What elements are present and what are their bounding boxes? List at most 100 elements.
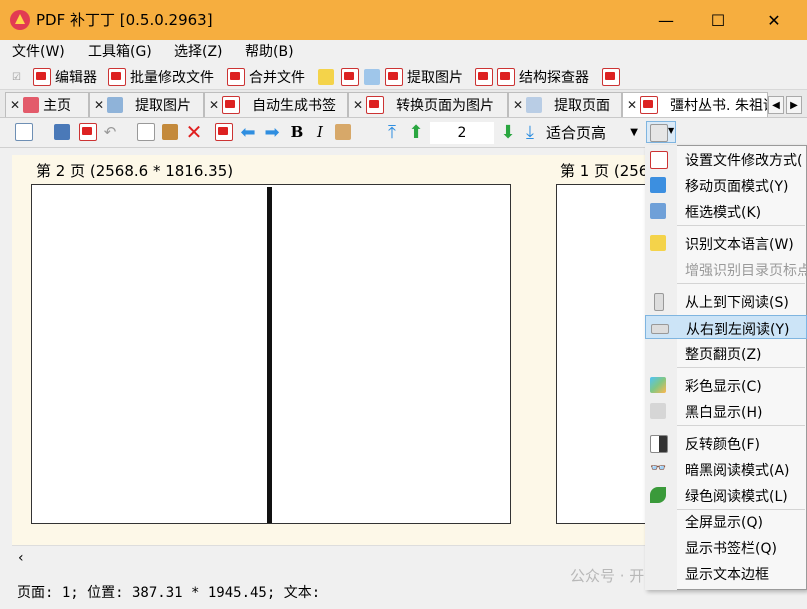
editor-button[interactable]: 编辑器 (33, 67, 97, 87)
page-2[interactable] (31, 184, 511, 524)
menu-item-label: 从上到下阅读(S) (685, 295, 789, 311)
menu-item-label: 显示文本边框 (685, 567, 769, 583)
page-2-label: 第 2 页 (2568.6 * 1816.35) (36, 162, 234, 180)
menu-toolbox[interactable]: 工具箱(G) (88, 43, 152, 61)
style-icon[interactable] (333, 122, 353, 142)
menu-item-right-to-left[interactable]: 从右到左阅读(Y) (645, 315, 807, 339)
rename-button[interactable] (364, 67, 384, 87)
menu-item-dark-mode[interactable]: 👓 暗黑阅读模式(A) (645, 457, 807, 481)
menu-item-green-mode[interactable]: 绿色阅读模式(L) (645, 483, 807, 507)
close-button[interactable]: ✕ (748, 0, 800, 40)
close-icon[interactable]: ✕ (627, 98, 637, 112)
view-options-button[interactable]: ▼ (646, 121, 676, 143)
menu-item-top-to-bottom[interactable]: 从上到下阅读(S) (645, 289, 807, 313)
convert-icon (475, 68, 493, 86)
menu-help[interactable]: 帮助(B) (245, 43, 294, 61)
image-icon (107, 97, 124, 113)
menu-item-move-page-mode[interactable]: 移动页面模式(Y) (645, 173, 807, 197)
menu-separator (677, 283, 805, 284)
rename-icon (364, 69, 380, 85)
menu-item-label: 设置文件修改方式( (685, 153, 803, 169)
previous-page-icon[interactable]: ⬆ (406, 122, 426, 143)
ocr-button[interactable] (318, 67, 338, 87)
pdf-icon (108, 68, 126, 86)
menu-item-color-display[interactable]: 彩色显示(C) (645, 373, 807, 397)
copy-icon[interactable] (136, 122, 156, 142)
menu-item-ocr-language[interactable]: 识别文本语言(W) (645, 231, 807, 255)
tab-scroll-left-icon[interactable]: ◀ (768, 96, 784, 114)
menu-item-grayscale-display[interactable]: 黑白显示(H) (645, 399, 807, 423)
menu-item-enhance-toc-punctuation[interactable]: 增强识别目录页标点 (645, 257, 807, 281)
scroll-left-icon[interactable]: ‹ (18, 550, 24, 566)
menu-item-show-text-borders[interactable]: 显示文本边框 (645, 561, 807, 585)
next-page-icon[interactable]: ⬇ (498, 122, 518, 143)
tab-home[interactable]: ✕ 主页 (5, 92, 89, 117)
bookmark-icon (341, 68, 359, 86)
extract-images-button[interactable]: 提取图片 (385, 67, 463, 87)
close-icon[interactable]: ✕ (10, 98, 20, 112)
close-icon[interactable]: ✕ (94, 98, 104, 112)
menu-item-fullscreen[interactable]: 全屏显示(Q) (645, 509, 807, 533)
move-arrows-icon (650, 177, 666, 193)
italic-button[interactable]: I (310, 122, 330, 142)
tab-scroll-right-icon[interactable]: ▶ (786, 96, 802, 114)
menu-item-label: 移动页面模式(Y) (685, 179, 789, 195)
undo-icon[interactable]: ↶ (100, 122, 120, 142)
first-page-icon[interactable]: ⤒ (382, 122, 402, 143)
top-to-bottom-icon (654, 293, 664, 311)
maximize-button[interactable]: ☐ (692, 0, 744, 40)
menu-item-set-modify-mode[interactable]: 设置文件修改方式( (645, 147, 807, 171)
menu-item-label: 增强识别目录页标点 (685, 263, 807, 279)
last-page-icon[interactable]: ⤓ (520, 122, 540, 143)
menu-item-label: 彩色显示(C) (685, 379, 762, 395)
struct-inspector-label: 结构探查器 (519, 70, 589, 86)
tab-label: 自动生成书签 (252, 98, 337, 114)
menu-file[interactable]: 文件(W) (12, 43, 65, 61)
save-as-icon[interactable] (78, 122, 98, 142)
menu-select[interactable]: 选择(Z) (174, 43, 223, 61)
zoom-mode-select[interactable]: 适合页高 ▼ (546, 123, 641, 143)
close-icon[interactable]: ✕ (353, 98, 363, 112)
tab-extract-images[interactable]: ✕ 提取图片 (89, 92, 204, 117)
convert-button[interactable] (475, 67, 497, 87)
struct-inspector-button[interactable]: 结构探查器 (497, 67, 589, 87)
tab-label: 转换页面为图片 (396, 98, 495, 114)
page-icon (526, 97, 543, 113)
page-1-label: 第 1 页 (256 (560, 162, 649, 180)
tab-convert-to-image[interactable]: ✕ 转换页面为图片 (348, 92, 508, 117)
delete-icon[interactable]: ✕ (184, 120, 204, 144)
arrow-left-icon[interactable]: ⬅ (238, 122, 258, 143)
bookmark-button[interactable] (341, 67, 363, 87)
editor-label: 编辑器 (55, 70, 97, 86)
menu-item-frame-select-mode[interactable]: 框选模式(K) (645, 199, 807, 223)
close-icon[interactable]: ✕ (209, 98, 219, 112)
bookmark-add-icon[interactable] (214, 122, 234, 142)
tab-auto-bookmark[interactable]: ✕ 自动生成书签 (204, 92, 348, 117)
tab-extract-pages[interactable]: ✕ 提取页面 (508, 92, 622, 117)
menu-separator (677, 425, 805, 426)
paste-icon[interactable] (160, 122, 180, 142)
menu-separator (677, 367, 805, 368)
grip-icon: ☑ (12, 71, 21, 83)
arrow-right-icon[interactable]: ➡ (262, 122, 282, 143)
tab-document[interactable]: ✕ 彊村丛书. 朱祖谋 (622, 92, 768, 117)
home-icon (23, 97, 40, 113)
menu-item-invert-color[interactable]: 反转颜色(F) (645, 431, 807, 455)
close-icon[interactable]: ✕ (513, 98, 523, 112)
minimize-button[interactable]: — (640, 0, 692, 40)
menu-item-label: 暗黑阅读模式(A) (685, 463, 790, 479)
pdf-icon (640, 96, 659, 114)
page-1[interactable] (556, 184, 656, 524)
menu-item-full-page-flip[interactable]: 整页翻页(Z) (645, 341, 807, 365)
menu-item-label: 整页翻页(Z) (685, 347, 762, 363)
convert-icon (366, 96, 385, 114)
menu-item-show-bookmarks[interactable]: 显示书签栏(Q) (645, 535, 807, 559)
more-tools-button[interactable] (602, 67, 624, 87)
page-number-input[interactable]: 2 (430, 122, 494, 144)
extract-images-label: 提取图片 (407, 70, 463, 86)
bold-button[interactable]: B (287, 122, 307, 142)
merge-button[interactable]: 合并文件 (227, 67, 305, 87)
new-page-icon[interactable] (14, 122, 34, 142)
save-icon[interactable] (52, 122, 72, 142)
batch-modify-button[interactable]: 批量修改文件 (108, 67, 214, 87)
